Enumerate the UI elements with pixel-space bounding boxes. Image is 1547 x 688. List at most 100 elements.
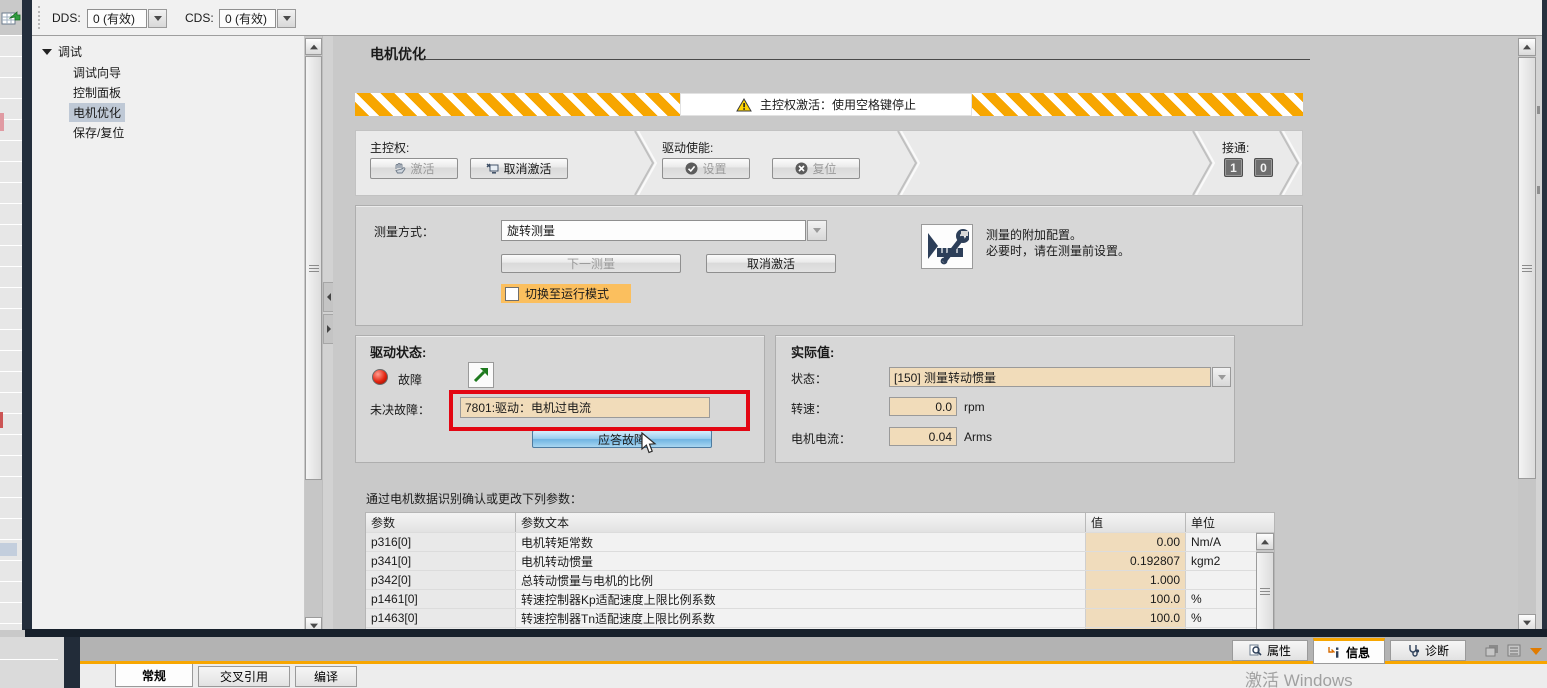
- tree-expand-icon[interactable]: [42, 49, 52, 55]
- horizontal-divider[interactable]: [25, 629, 1547, 637]
- tab-properties[interactable]: 属性: [1232, 640, 1308, 661]
- run-mode-option[interactable]: 切换至运行模式: [501, 284, 631, 303]
- value-cell[interactable]: 0.192807: [1086, 552, 1186, 570]
- current-value: 0.04: [929, 430, 952, 444]
- scroll-up-button[interactable]: [1518, 38, 1536, 56]
- column-header[interactable]: 单位: [1186, 513, 1274, 532]
- table-export-icon[interactable]: [1, 9, 21, 27]
- measurement-method-dropdown-button[interactable]: [807, 220, 827, 241]
- splitter-mark: [1537, 106, 1540, 114]
- scroll-up-icon: [1261, 539, 1269, 544]
- chevron-down-icon: [154, 16, 162, 21]
- measurement-group: 测量方式： 旋转测量 下一测量 取消激活 切换至运行模式: [355, 205, 1303, 326]
- inspector-panel: 属性 信息 诊断: [80, 637, 1547, 688]
- table-row[interactable]: p316[0] 电机转矩常数 0.00 Nm/A: [366, 532, 1256, 551]
- deactivate-button-label: 取消激活: [503, 160, 551, 177]
- switch-on-1-label: 1: [1230, 161, 1237, 175]
- tree-item-control-panel[interactable]: 控制面板: [69, 83, 125, 102]
- grip-icon: [1522, 265, 1532, 272]
- x-circle-icon: [795, 162, 808, 175]
- dds-select[interactable]: 0 (有效): [87, 9, 147, 28]
- measurement-method-select[interactable]: 旋转测量: [501, 220, 806, 241]
- tree-item-commissioning-wizard[interactable]: 调试向导: [69, 63, 125, 82]
- run-mode-checkbox[interactable]: [505, 287, 519, 301]
- wrench-config-icon: [925, 228, 969, 265]
- tree-root-item[interactable]: 调试: [42, 43, 82, 60]
- tab-cross-references[interactable]: 交叉引用: [198, 666, 290, 687]
- switch-on-1-button[interactable]: 1: [1224, 158, 1243, 177]
- measurement-cancel-label: 取消激活: [747, 255, 795, 272]
- scroll-up-button[interactable]: [305, 38, 322, 55]
- tab-diagnostics-label: 诊断: [1425, 642, 1449, 659]
- table-row[interactable]: p342[0] 总转动惯量与电机的比例 1.000: [366, 570, 1256, 589]
- tree-scrollbar[interactable]: [305, 38, 322, 634]
- grip-icon: [1260, 588, 1270, 595]
- main-scrollbar[interactable]: [1518, 36, 1536, 630]
- status-dropdown-button[interactable]: [1212, 367, 1231, 387]
- unit-cell: Nm/A: [1186, 533, 1256, 551]
- cds-select[interactable]: 0 (有效): [219, 9, 276, 28]
- value-cell[interactable]: 100.0: [1086, 609, 1186, 627]
- value-cell[interactable]: 0.00: [1086, 533, 1186, 551]
- scrollbar-thumb[interactable]: [1256, 552, 1274, 630]
- acknowledge-fault-label: 应答故障: [598, 431, 646, 448]
- measurement-config-button[interactable]: [921, 224, 973, 269]
- cds-dropdown-button[interactable]: [277, 9, 296, 28]
- param-cell: p341[0]: [366, 552, 516, 570]
- chevron-right-icon: [327, 325, 331, 333]
- param-text-cell: 转速控制器Kp适配速度上限比例系数: [516, 590, 1086, 608]
- speed-unit: rpm: [964, 400, 985, 414]
- chevron-down-icon: [1218, 375, 1226, 380]
- column-header[interactable]: 参数: [366, 513, 516, 532]
- table-row[interactable]: p1461[0] 转速控制器Kp适配速度上限比例系数 100.0 %: [366, 589, 1256, 608]
- next-measurement-button[interactable]: 下一测量: [501, 254, 681, 273]
- tab-info[interactable]: 信息: [1313, 638, 1385, 664]
- params-table-header: 参数 参数文本 值 单位: [366, 513, 1274, 532]
- panel-splitter[interactable]: [322, 36, 333, 630]
- tab-diagnostics[interactable]: 诊断: [1390, 640, 1466, 661]
- chevron-down-icon: [813, 228, 821, 233]
- params-caption: 通过电机数据识别确认或更改下列参数：: [366, 490, 582, 507]
- master-control-label: 主控权:: [370, 139, 409, 156]
- drive-enable-set-button[interactable]: 设置: [662, 158, 750, 179]
- float-panel-icon[interactable]: [1485, 644, 1499, 657]
- window-edge: [22, 0, 32, 630]
- value-cell[interactable]: 100.0: [1086, 590, 1186, 608]
- current-field[interactable]: 0.04: [889, 427, 957, 446]
- actual-values-title: 实际值:: [791, 342, 834, 361]
- scroll-up-button[interactable]: [1256, 533, 1274, 550]
- param-cell: p316[0]: [366, 533, 516, 551]
- scrollbar-thumb[interactable]: [305, 56, 322, 480]
- table-row[interactable]: p1463[0] 转速控制器Tn适配速度上限比例系数 100.0 %: [366, 608, 1256, 627]
- tab-compile[interactable]: 编译: [295, 666, 357, 687]
- tree-item-motor-optimization[interactable]: 电机优化: [69, 103, 125, 122]
- switch-on-0-button[interactable]: 0: [1254, 158, 1273, 177]
- tab-general[interactable]: 常规: [115, 664, 193, 687]
- column-header[interactable]: 值: [1086, 513, 1186, 532]
- panel-list-icon[interactable]: [1507, 644, 1521, 657]
- activate-button[interactable]: 激活: [370, 158, 458, 179]
- chevron-left-icon: [327, 293, 331, 301]
- status-select[interactable]: [150] 测量转动惯量: [889, 367, 1211, 387]
- unit-cell: %: [1186, 590, 1256, 608]
- acknowledge-fault-button[interactable]: 应答故障: [532, 430, 712, 448]
- table-scrollbar[interactable]: [1256, 532, 1274, 630]
- deactivate-button[interactable]: 取消激活: [470, 158, 568, 179]
- param-cell: p342[0]: [366, 571, 516, 589]
- column-header[interactable]: 参数文本: [516, 513, 1086, 532]
- drive-enable-reset-button[interactable]: 复位: [772, 158, 860, 179]
- measurement-cancel-button[interactable]: 取消激活: [706, 254, 836, 273]
- scrollbar-thumb[interactable]: [1518, 57, 1536, 479]
- tree-item-save-reset[interactable]: 保存/复位: [69, 123, 128, 142]
- table-row[interactable]: p341[0] 电机转动惯量 0.192807 kgm2: [366, 551, 1256, 570]
- param-text-cell: 转速控制器Tn适配速度上限比例系数: [516, 609, 1086, 627]
- value-cell[interactable]: 1.000: [1086, 571, 1186, 589]
- jump-to-fault-button[interactable]: [468, 362, 494, 388]
- panel-menu-arrow-icon[interactable]: [1530, 648, 1542, 655]
- dds-dropdown-button[interactable]: [148, 9, 167, 28]
- pending-fault-field[interactable]: 7801:驱动：电机过电流: [460, 397, 710, 418]
- cds-label: CDS:: [185, 11, 214, 25]
- magnifier-icon: [1249, 644, 1262, 657]
- speed-field[interactable]: 0.0: [889, 397, 957, 416]
- drive-enable-reset-label: 复位: [812, 160, 836, 177]
